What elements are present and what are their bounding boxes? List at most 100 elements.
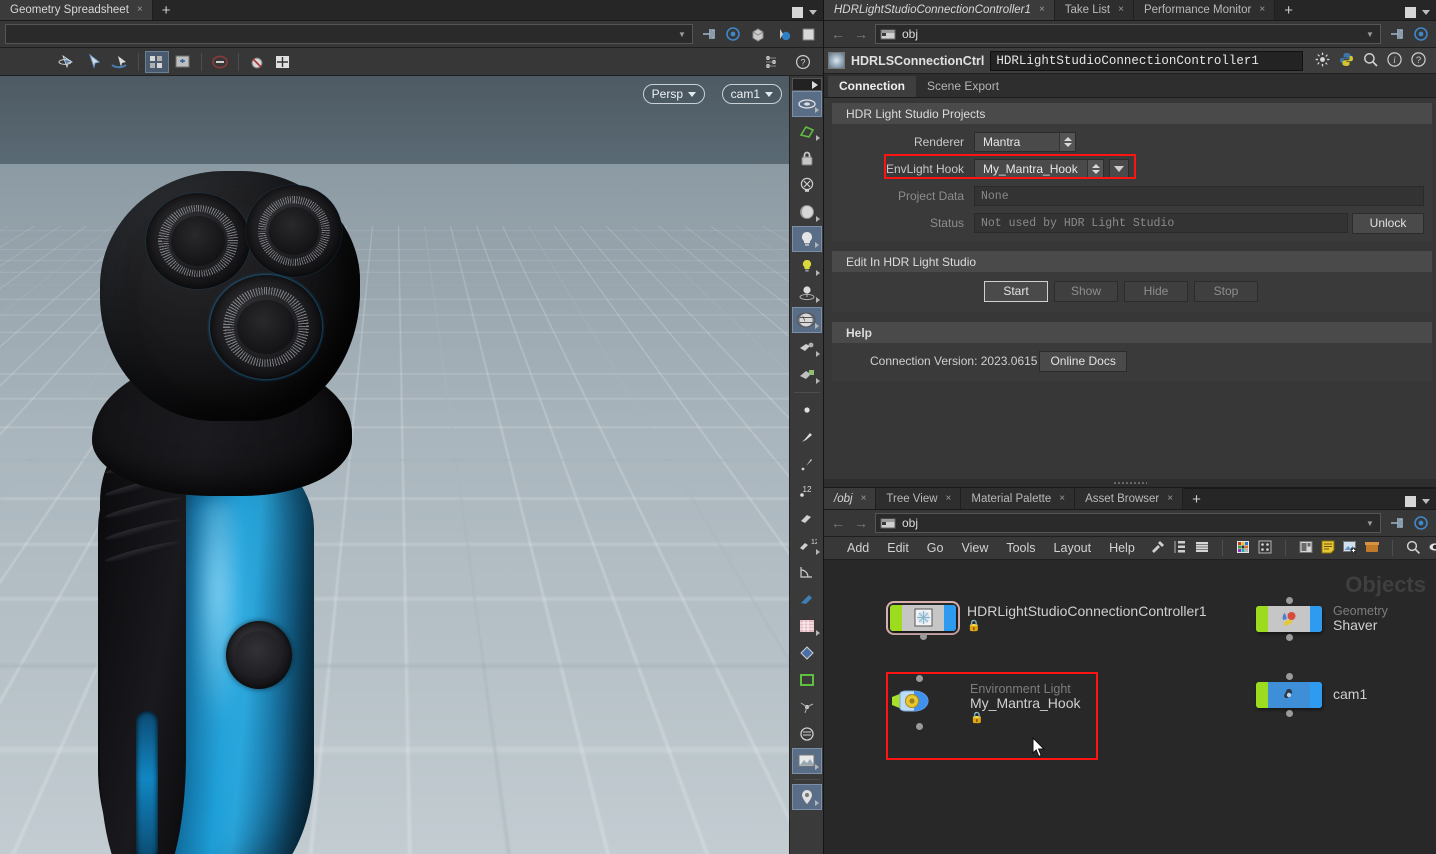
box-icon[interactable] [1364,539,1380,558]
node-output-connector[interactable] [1286,710,1293,717]
spot-light-icon[interactable] [792,280,822,306]
shelf-collapse-button[interactable] [791,78,822,91]
pin-pane-icon[interactable] [1386,513,1406,533]
node-shaver-geometry[interactable]: Geometry Shaver [1256,596,1388,641]
hierarchy-icon[interactable] [1172,539,1188,558]
tab-scene-export[interactable]: Scene Export [916,76,1011,97]
align-icon[interactable] [759,51,783,73]
angle-icon[interactable] [792,559,822,585]
checker-icon[interactable] [792,613,822,639]
menu-edit[interactable]: Edit [878,537,918,560]
snapshot-icon[interactable] [1298,539,1314,558]
scene-view-icon[interactable] [773,24,793,44]
close-icon[interactable]: × [1167,493,1173,504]
close-icon[interactable]: × [946,493,952,504]
tab-take-list[interactable]: Take List × [1054,0,1134,20]
forward-arrow-icon[interactable]: → [852,514,870,532]
point-light-icon[interactable] [792,253,822,279]
maximize-pane-icon[interactable] [1405,7,1416,18]
left-path-field[interactable]: ▼ [5,24,693,44]
envlight-stepper-icon[interactable] [1087,160,1103,178]
chevron-down-icon[interactable]: ▼ [1364,519,1376,528]
disc-icon[interactable] [792,721,822,747]
tab-hdrlightstudio-controller[interactable]: HDRLightStudioConnectionController1 × [824,0,1055,20]
color-palette-icon[interactable] [1235,539,1251,558]
eye-icon[interactable] [1427,539,1436,558]
search-icon[interactable] [1405,539,1421,558]
online-docs-button[interactable]: Online Docs [1039,350,1127,372]
paint-icon[interactable] [792,505,822,531]
node-body[interactable] [890,604,956,631]
info-icon[interactable]: i [1386,51,1403,71]
close-icon[interactable]: × [1039,4,1045,15]
back-arrow-icon[interactable]: ← [829,25,847,43]
image-plane-icon[interactable] [791,748,822,774]
start-button[interactable]: Start [984,280,1048,302]
environment-light-icon[interactable] [791,307,822,333]
maximize-pane-icon[interactable] [792,7,803,18]
pin-icon[interactable] [792,451,822,477]
pane-splitter[interactable] [824,479,1436,487]
tab-material-palette[interactable]: Material Palette × [961,488,1076,509]
display-options-icon[interactable] [748,24,768,44]
box-zoom-icon[interactable] [171,51,195,73]
sphere-icon[interactable] [792,199,822,225]
menu-add[interactable]: Add [838,537,878,560]
target-link-icon[interactable] [1411,513,1431,533]
tab-connection[interactable]: Connection [828,76,916,97]
menu-layout[interactable]: Layout [1045,537,1101,560]
scene-viewport[interactable]: Persp cam1 [0,76,789,854]
move-arrow-icon[interactable] [108,51,132,73]
target-link-icon[interactable] [723,24,743,44]
handle-arrow-icon[interactable] [82,51,106,73]
chevron-down-icon[interactable]: ▼ [676,30,688,39]
parameter-path-field[interactable]: obj ▼ [875,24,1381,44]
point-icon[interactable] [792,397,822,423]
pane-menu-chevron-icon[interactable] [1422,499,1430,504]
forward-arrow-icon[interactable]: → [852,25,870,43]
notes-icon[interactable] [1320,539,1336,558]
pane-menu-chevron-icon[interactable] [1422,10,1430,15]
no-entry-icon[interactable] [208,51,232,73]
close-icon[interactable]: × [1259,4,1265,15]
network-path-field[interactable]: obj ▼ [875,513,1381,533]
help-icon[interactable]: ? [1410,51,1427,71]
select-mode-icon[interactable] [791,91,822,117]
python-icon[interactable] [1338,51,1355,71]
target-link-icon[interactable] [1411,24,1431,44]
gear-icon[interactable] [1314,51,1331,71]
cone-icon[interactable] [792,586,822,612]
close-icon[interactable]: × [861,493,867,504]
light-bulb-icon[interactable] [791,226,822,252]
viewport-camera-selector[interactable]: cam1 [721,84,782,104]
paint-12-icon[interactable]: 12 [792,532,822,558]
node-input-connector[interactable] [1286,673,1293,680]
image-add-icon[interactable] [1342,539,1358,558]
search-icon[interactable] [1362,51,1379,71]
node-cam1[interactable]: cam1 [1256,673,1367,717]
tab-geometry-spreadsheet[interactable]: Geometry Spreadsheet × [0,0,153,20]
tab-performance-monitor[interactable]: Performance Monitor × [1133,0,1276,20]
add-tab-button[interactable]: + [153,1,180,20]
brush-icon[interactable] [792,424,822,450]
group-select-icon[interactable] [145,50,169,73]
frame-icon[interactable] [792,667,822,693]
list-icon[interactable] [1194,539,1210,558]
help-icon[interactable]: ? [791,51,815,73]
tools-icon[interactable] [1150,539,1166,558]
color-swatch-icon[interactable] [798,24,818,44]
add-tab-button[interactable]: + [1183,490,1210,509]
handles-icon[interactable] [792,118,822,144]
pin-pane-icon[interactable] [1386,24,1406,44]
node-hdrls-connection-controller[interactable]: HDRLightStudioConnectionController1 🔒 [886,600,1207,640]
light-bake-icon[interactable] [792,361,822,387]
pin-pane-icon[interactable] [698,24,718,44]
show-button[interactable]: Show [1054,280,1118,302]
menu-help[interactable]: Help [1100,537,1144,560]
envlight-hook-menu[interactable]: My_Mantra_Hook [974,159,1104,179]
network-canvas[interactable]: Objects HDRLightStudioConnectionControll… [824,560,1436,854]
tab-tree-view[interactable]: Tree View × [876,488,962,509]
layout-grid-icon[interactable] [1257,539,1273,558]
diamond-icon[interactable] [792,640,822,666]
node-input-connector[interactable] [916,675,923,683]
